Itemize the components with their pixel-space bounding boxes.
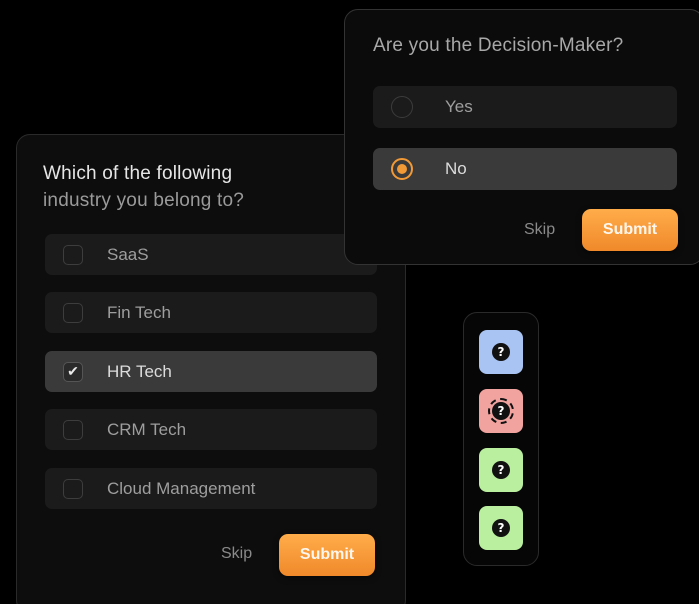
radio-button[interactable] [391, 96, 413, 118]
option-hr-tech[interactable]: ✔ HR Tech [45, 351, 377, 392]
question-title-line-1: Which of the following [43, 163, 233, 184]
radio-button-selected[interactable] [391, 158, 413, 180]
submit-button[interactable]: Submit [582, 209, 678, 251]
status-tile-active[interactable]: ? [479, 389, 523, 433]
checkbox[interactable] [63, 478, 83, 499]
decision-maker-card: Are you the Decision-Maker? Yes No Skip … [344, 9, 699, 265]
question-icon: ? [488, 398, 514, 424]
decision-question-title: Are you the Decision-Maker? [373, 35, 624, 56]
option-yes[interactable]: Yes [373, 86, 677, 128]
status-tile[interactable]: ? [479, 506, 523, 550]
skip-button[interactable]: Skip [221, 545, 252, 563]
option-crm-tech[interactable]: CRM Tech [45, 409, 377, 450]
option-label: HR Tech [107, 361, 172, 381]
question-icon: ? [492, 343, 510, 361]
option-label: CRM Tech [107, 419, 187, 439]
question-title-line-2: industry you belong to? [43, 190, 245, 211]
status-tile[interactable]: ? [479, 448, 523, 492]
question-icon: ? [492, 519, 510, 537]
option-label: SaaS [107, 244, 149, 264]
industry-question-title: Which of the following industry you belo… [43, 160, 343, 214]
option-no[interactable]: No [373, 148, 677, 190]
status-tile[interactable]: ? [479, 330, 523, 374]
option-label: Fin Tech [107, 302, 171, 322]
option-label: No [445, 159, 467, 178]
option-saas[interactable]: SaaS [45, 234, 377, 275]
submit-button[interactable]: Submit [279, 534, 375, 576]
checkbox[interactable] [63, 302, 83, 323]
question-icon: ? [492, 461, 510, 479]
checkbox[interactable] [63, 244, 83, 265]
checkbox-checked[interactable]: ✔ [63, 361, 83, 382]
skip-button[interactable]: Skip [524, 221, 555, 239]
option-label: Yes [445, 97, 473, 116]
option-label: Cloud Management [107, 478, 256, 498]
option-fin-tech[interactable]: Fin Tech [45, 292, 377, 333]
question-status-panel: ? ? ? ? [463, 312, 539, 566]
checkbox[interactable] [63, 419, 83, 440]
option-cloud-management[interactable]: Cloud Management [45, 468, 377, 509]
checkmark-icon: ✔ [67, 363, 79, 379]
